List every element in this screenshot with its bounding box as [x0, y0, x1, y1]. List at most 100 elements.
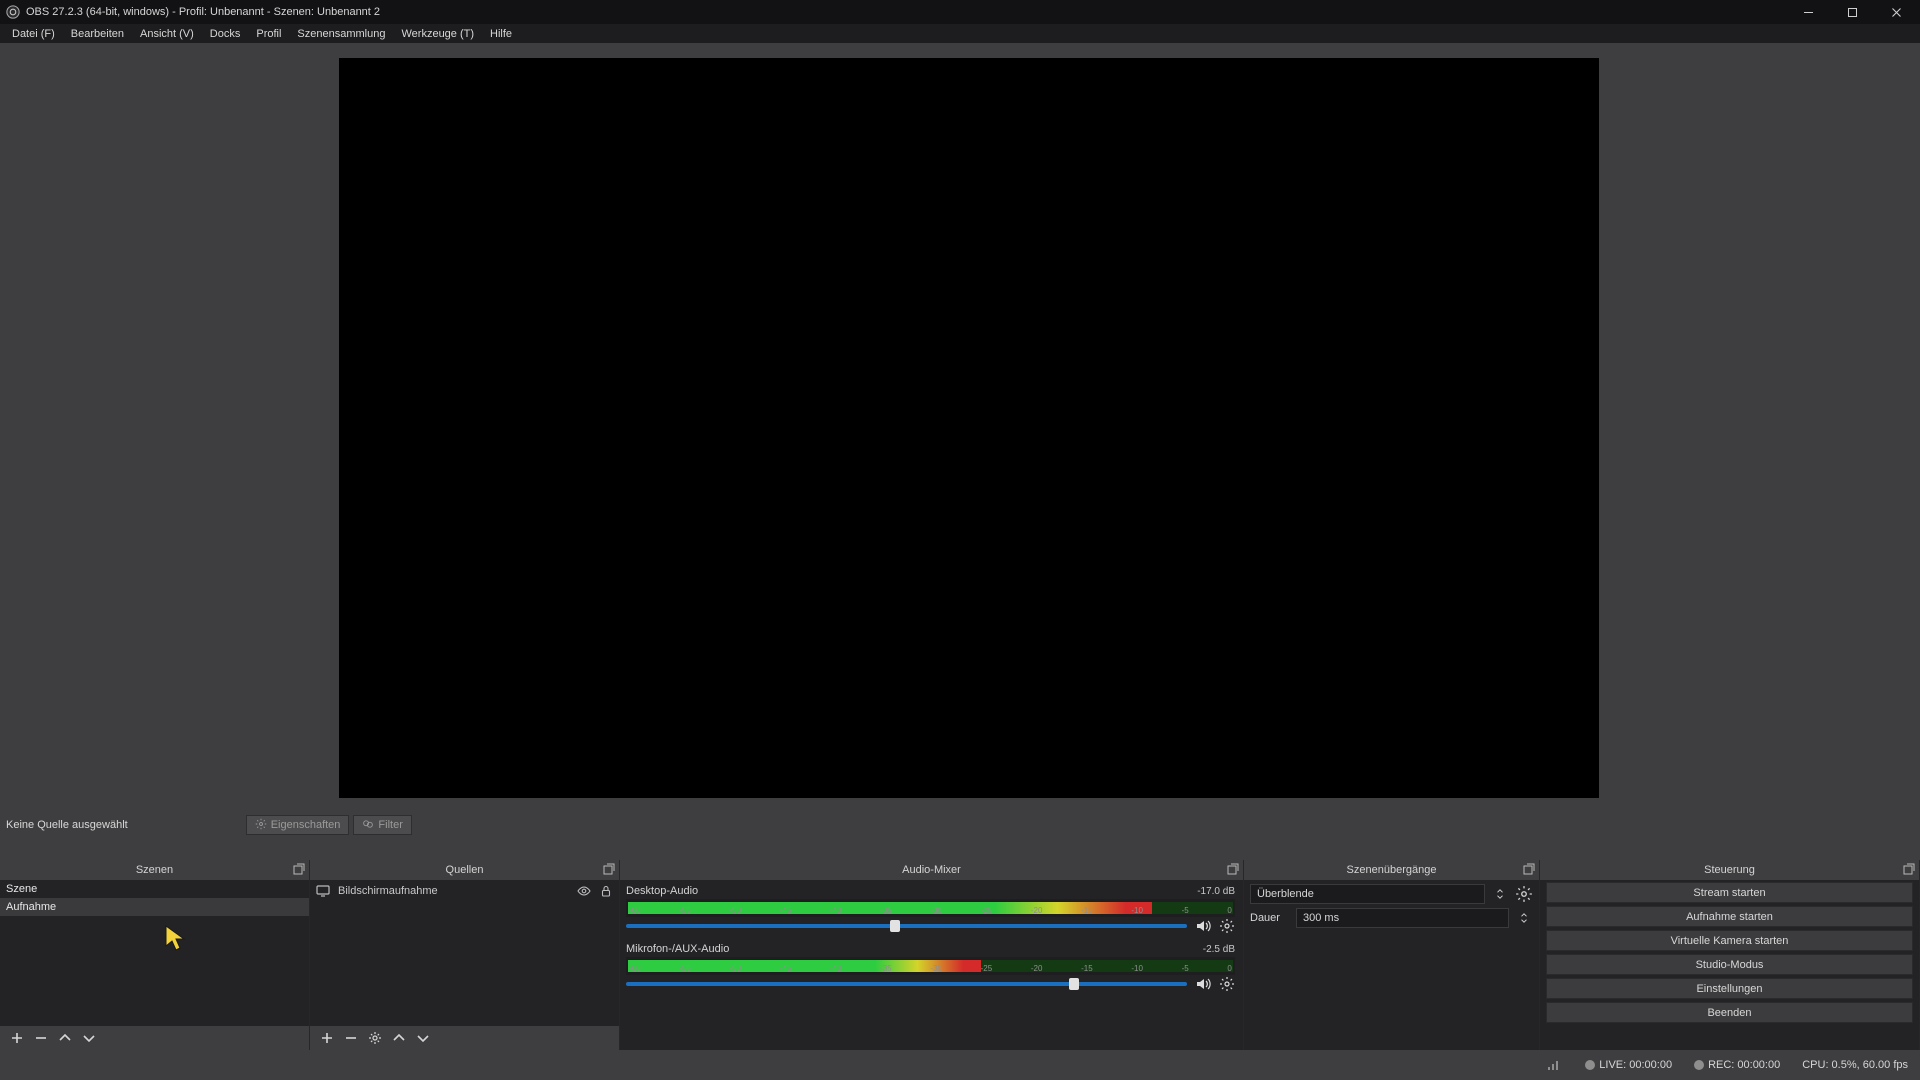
gear-icon[interactable]	[1515, 885, 1533, 903]
remove-source-button[interactable]	[342, 1029, 360, 1047]
mixer-header[interactable]: Audio-Mixer	[620, 860, 1243, 880]
live-status: LIVE: 00:00:00	[1585, 1059, 1672, 1071]
sources-header[interactable]: Quellen	[310, 860, 619, 880]
scenes-list: Szene Aufnahme	[0, 880, 309, 1026]
display-capture-icon	[316, 884, 330, 898]
sources-list: Bildschirmaufnahme	[310, 880, 619, 1026]
virtual-cam-button[interactable]: Virtuelle Kamera starten	[1546, 930, 1913, 951]
scenes-title: Szenen	[136, 864, 173, 876]
close-button[interactable]	[1874, 0, 1918, 24]
transition-select[interactable]: Überblende	[1250, 884, 1485, 904]
menu-docks[interactable]: Docks	[204, 27, 247, 41]
popout-icon[interactable]	[1523, 863, 1535, 875]
menubar: Datei (F) Bearbeiten Ansicht (V) Docks P…	[0, 24, 1920, 43]
mixer-title: Audio-Mixer	[902, 864, 961, 876]
mixer-channel: Mikrofon-/AUX-Audio -2.5 dB -60-55-50-45…	[626, 942, 1235, 992]
properties-button[interactable]: Eigenschaften	[246, 815, 350, 835]
source-up-button[interactable]	[390, 1029, 408, 1047]
speaker-icon[interactable]	[1195, 918, 1211, 934]
chevron-updown-icon[interactable]	[1491, 885, 1509, 903]
maximize-button[interactable]	[1830, 0, 1874, 24]
controls-header[interactable]: Steuerung	[1540, 860, 1919, 880]
studio-mode-button[interactable]: Studio-Modus	[1546, 954, 1913, 975]
filter-icon	[362, 818, 378, 833]
channel-db: -17.0 dB	[1197, 886, 1235, 897]
menu-view[interactable]: Ansicht (V)	[134, 27, 200, 41]
menu-file[interactable]: Datei (F)	[6, 27, 61, 41]
chevron-updown-icon[interactable]	[1515, 909, 1533, 927]
popout-icon[interactable]	[603, 863, 615, 875]
controls-body: Stream starten Aufnahme starten Virtuell…	[1540, 880, 1919, 1050]
gear-icon[interactable]	[1219, 976, 1235, 992]
duration-label: Dauer	[1250, 912, 1290, 924]
add-scene-button[interactable]	[8, 1029, 26, 1047]
transitions-title: Szenenübergänge	[1347, 864, 1437, 876]
sources-title: Quellen	[446, 864, 484, 876]
cpu-status: CPU: 0.5%, 60.00 fps	[1802, 1059, 1908, 1071]
sources-dock: Quellen Bildschirmaufnahme	[310, 860, 620, 1050]
sources-toolbar	[310, 1026, 619, 1050]
scene-item[interactable]: Aufnahme	[0, 898, 309, 916]
scenes-toolbar	[0, 1026, 309, 1050]
source-down-button[interactable]	[414, 1029, 432, 1047]
slider-thumb[interactable]	[1069, 978, 1079, 990]
menu-scenes[interactable]: Szenensammlung	[291, 27, 391, 41]
window-title: OBS 27.2.3 (64-bit, windows) - Profil: U…	[26, 6, 380, 18]
mixer-channels: Desktop-Audio -17.0 dB -60-55-50-45-40-3…	[620, 880, 1243, 1050]
network-status-icon	[1547, 1059, 1563, 1071]
transitions-body: Überblende Dauer 300 ms	[1244, 880, 1539, 1050]
popout-icon[interactable]	[293, 863, 305, 875]
scene-item[interactable]: Szene	[0, 880, 309, 898]
scene-up-button[interactable]	[56, 1029, 74, 1047]
volume-slider[interactable]	[626, 924, 1187, 928]
mixer-channel: Desktop-Audio -17.0 dB -60-55-50-45-40-3…	[626, 884, 1235, 934]
scene-down-button[interactable]	[80, 1029, 98, 1047]
transitions-dock: Szenenübergänge Überblende Dauer 300 ms	[1244, 860, 1540, 1050]
controls-title: Steuerung	[1704, 864, 1755, 876]
docks-row: Szenen Szene Aufnahme Quellen Bildschirm…	[0, 860, 1920, 1050]
channel-name: Mikrofon-/AUX-Audio	[626, 943, 729, 955]
minimize-button[interactable]	[1786, 0, 1830, 24]
add-source-button[interactable]	[318, 1029, 336, 1047]
transitions-header[interactable]: Szenenübergänge	[1244, 860, 1539, 880]
remove-scene-button[interactable]	[32, 1029, 50, 1047]
source-properties-button[interactable]	[366, 1029, 384, 1047]
preview-canvas[interactable]	[339, 58, 1599, 798]
gear-icon[interactable]	[1219, 918, 1235, 934]
lock-icon[interactable]	[599, 884, 613, 898]
titlebar: OBS 27.2.3 (64-bit, windows) - Profil: U…	[0, 0, 1920, 24]
duration-input[interactable]: 300 ms	[1296, 908, 1509, 928]
start-stream-button[interactable]: Stream starten	[1546, 882, 1913, 903]
menu-help[interactable]: Hilfe	[484, 27, 518, 41]
mixer-body: Desktop-Audio -17.0 dB -60-55-50-45-40-3…	[620, 880, 1243, 1050]
source-name: Bildschirmaufnahme	[338, 885, 438, 897]
menu-profile[interactable]: Profil	[250, 27, 287, 41]
mixer-dock: Audio-Mixer Desktop-Audio -17.0 dB -60-5…	[620, 860, 1244, 1050]
start-record-button[interactable]: Aufnahme starten	[1546, 906, 1913, 927]
menu-edit[interactable]: Bearbeiten	[65, 27, 130, 41]
volume-meter: -60-55-50-45-40-35-30-25-20-15-10-50	[626, 957, 1235, 975]
menu-tools[interactable]: Werkzeuge (T)	[395, 27, 480, 41]
no-source-label: Keine Quelle ausgewählt	[6, 819, 128, 831]
exit-button[interactable]: Beenden	[1546, 1002, 1913, 1023]
controls-dock: Steuerung Stream starten Aufnahme starte…	[1540, 860, 1920, 1050]
speaker-icon[interactable]	[1195, 976, 1211, 992]
source-row[interactable]: Bildschirmaufnahme	[310, 880, 619, 902]
scenes-dock: Szenen Szene Aufnahme	[0, 860, 310, 1050]
scenes-header[interactable]: Szenen	[0, 860, 309, 880]
preview-area	[0, 46, 1920, 812]
statusbar: LIVE: 00:00:00 REC: 00:00:00 CPU: 0.5%, …	[0, 1050, 1920, 1080]
popout-icon[interactable]	[1903, 863, 1915, 875]
slider-thumb[interactable]	[890, 920, 900, 932]
volume-meter: -60-55-50-45-40-35-30-25-20-15-10-50	[626, 899, 1235, 917]
eye-icon[interactable]	[577, 884, 591, 898]
gear-icon	[255, 818, 271, 833]
channel-name: Desktop-Audio	[626, 885, 698, 897]
volume-slider[interactable]	[626, 982, 1187, 986]
properties-label: Eigenschaften	[271, 819, 341, 831]
source-infobar: Keine Quelle ausgewählt Eigenschaften Fi…	[0, 813, 1920, 837]
filters-button[interactable]: Filter	[353, 815, 411, 835]
settings-button[interactable]: Einstellungen	[1546, 978, 1913, 999]
filters-label: Filter	[378, 819, 402, 831]
popout-icon[interactable]	[1227, 863, 1239, 875]
